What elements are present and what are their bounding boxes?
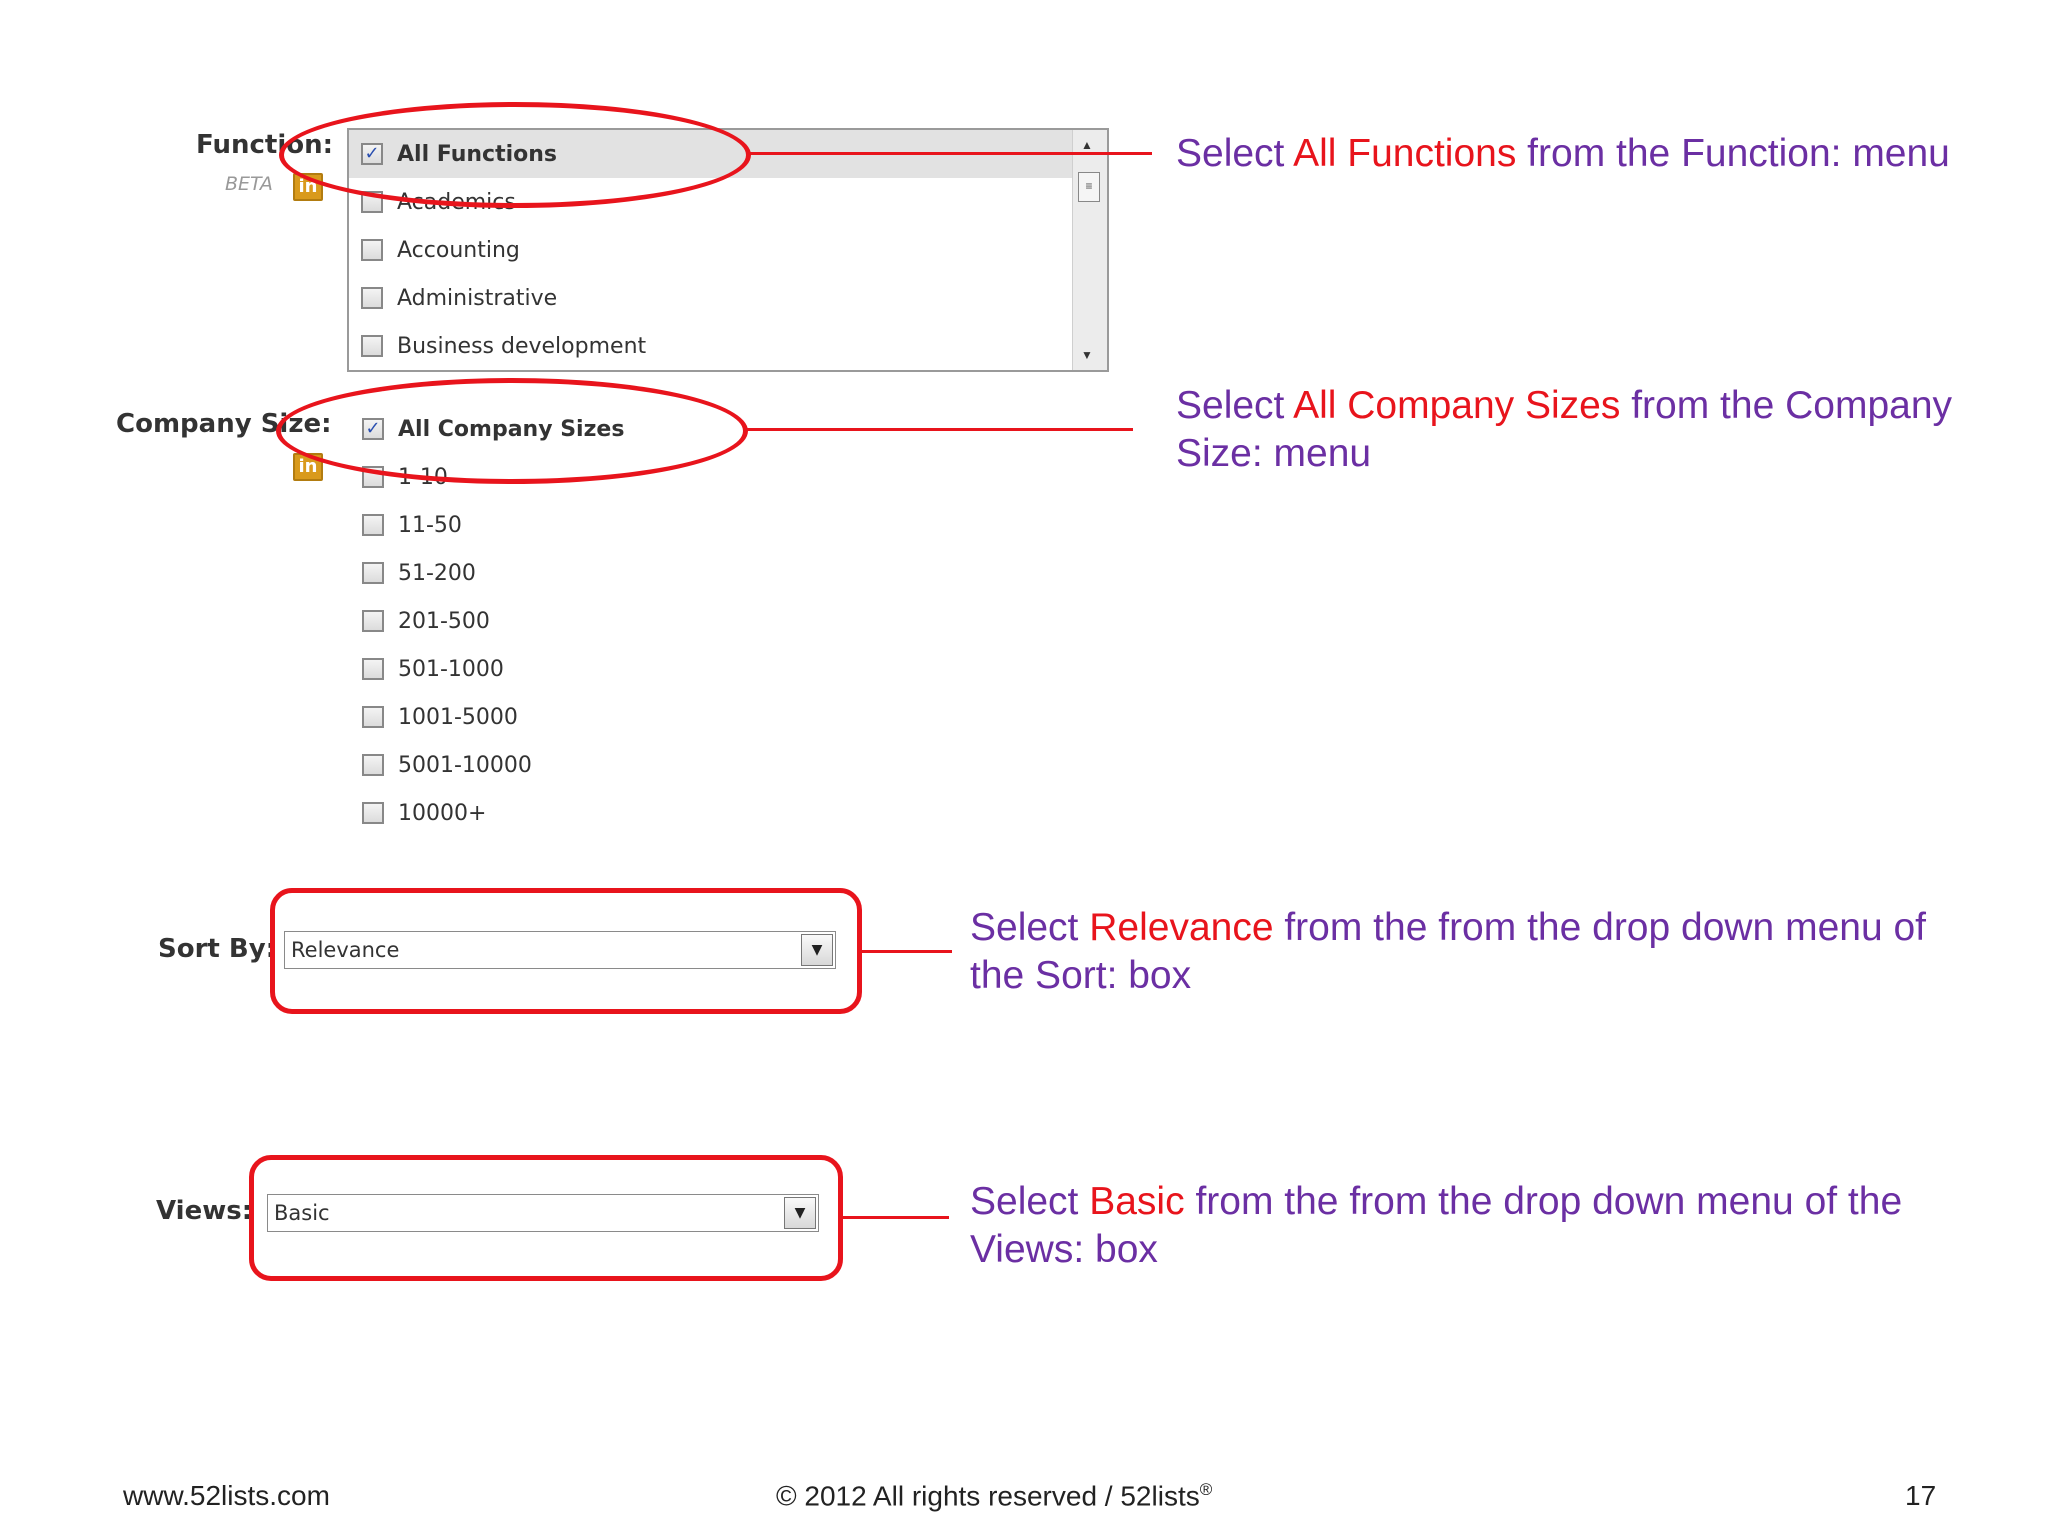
company-size-option[interactable]: 201-500 <box>362 604 490 638</box>
scroll-thumb[interactable]: ≡ <box>1078 172 1100 202</box>
sort-by-annotation: Select Relevance from the from the drop … <box>970 904 1990 1000</box>
page-number: 17 <box>1905 1480 1937 1511</box>
checkbox-icon[interactable] <box>362 658 384 680</box>
option-label: 201-500 <box>398 608 490 634</box>
views-annotation: Select Basic from the from the drop down… <box>970 1178 1990 1274</box>
sort-by-label: Sort By: <box>158 934 277 964</box>
option-label: 501-1000 <box>398 656 504 682</box>
company-size-option[interactable]: 10000+ <box>362 796 486 830</box>
company-size-option[interactable]: 51-200 <box>362 556 476 590</box>
annotation-highlight: All Company Sizes <box>1293 384 1621 427</box>
checkbox-icon[interactable] <box>362 802 384 824</box>
annotation-highlight: Basic <box>1089 1180 1185 1223</box>
checkbox-icon[interactable] <box>362 610 384 632</box>
company-size-annotation: Select All Company Sizes from the Compan… <box>1176 382 2006 478</box>
footer-website: www.52lists.com <box>123 1480 330 1511</box>
footer-copyright: © 2012 All rights reserved / 52lists® <box>776 1480 1212 1512</box>
checkbox-icon[interactable] <box>361 287 383 309</box>
checkbox-icon[interactable] <box>362 514 384 536</box>
option-label: 1001-5000 <box>398 704 518 730</box>
option-label: Administrative <box>397 285 558 311</box>
annotation-text: from the Function: menu <box>1516 132 1950 175</box>
scroll-down-icon[interactable]: ▼ <box>1081 348 1093 362</box>
annotation-text: Select <box>1176 132 1294 175</box>
sort-by-highlight-box <box>270 888 862 1014</box>
checkbox-icon[interactable] <box>361 335 383 357</box>
option-label: 11-50 <box>398 512 462 538</box>
checkbox-icon[interactable] <box>361 239 383 261</box>
company-size-option[interactable]: 501-1000 <box>362 652 504 686</box>
annotation-text: Select <box>970 1180 1090 1223</box>
option-label: 5001-10000 <box>398 752 532 778</box>
function-option-business-development[interactable]: Business development <box>361 329 646 363</box>
company-size-option[interactable]: 1001-5000 <box>362 700 518 734</box>
company-size-option[interactable]: 5001-10000 <box>362 748 532 782</box>
function-highlight-ellipse <box>279 102 751 208</box>
company-size-highlight-ellipse <box>276 378 748 484</box>
function-scrollbar[interactable]: ▲ ≡ ▼ <box>1072 130 1107 370</box>
checkbox-icon[interactable] <box>362 562 384 584</box>
annotation-text: Select <box>1176 384 1294 427</box>
registered-mark: ® <box>1199 1480 1213 1499</box>
function-option-accounting[interactable]: Accounting <box>361 233 520 267</box>
checkbox-icon[interactable] <box>362 754 384 776</box>
annotation-highlight: All Functions <box>1293 132 1517 175</box>
scroll-up-icon[interactable]: ▲ <box>1081 138 1093 152</box>
option-label: 51-200 <box>398 560 476 586</box>
annotation-text: Select <box>970 906 1090 949</box>
function-connector-line <box>748 152 1152 155</box>
views-highlight-box <box>249 1155 843 1281</box>
option-label: Accounting <box>397 237 520 263</box>
copyright-text: © 2012 All rights reserved / 52lists <box>776 1480 1200 1512</box>
company-size-connector-line <box>745 428 1133 431</box>
checkbox-icon[interactable] <box>362 706 384 728</box>
function-annotation: Select All Functions from the Function: … <box>1176 130 2006 178</box>
option-label: 10000+ <box>398 800 487 826</box>
function-option-administrative[interactable]: Administrative <box>361 281 557 315</box>
beta-label: BETA <box>225 173 273 195</box>
company-size-option[interactable]: 11-50 <box>362 508 462 542</box>
option-label: Business development <box>397 333 647 359</box>
views-connector-line <box>843 1216 949 1219</box>
sort-by-connector-line <box>862 950 952 953</box>
annotation-highlight: Relevance <box>1089 906 1274 949</box>
views-label: Views: <box>156 1196 253 1226</box>
